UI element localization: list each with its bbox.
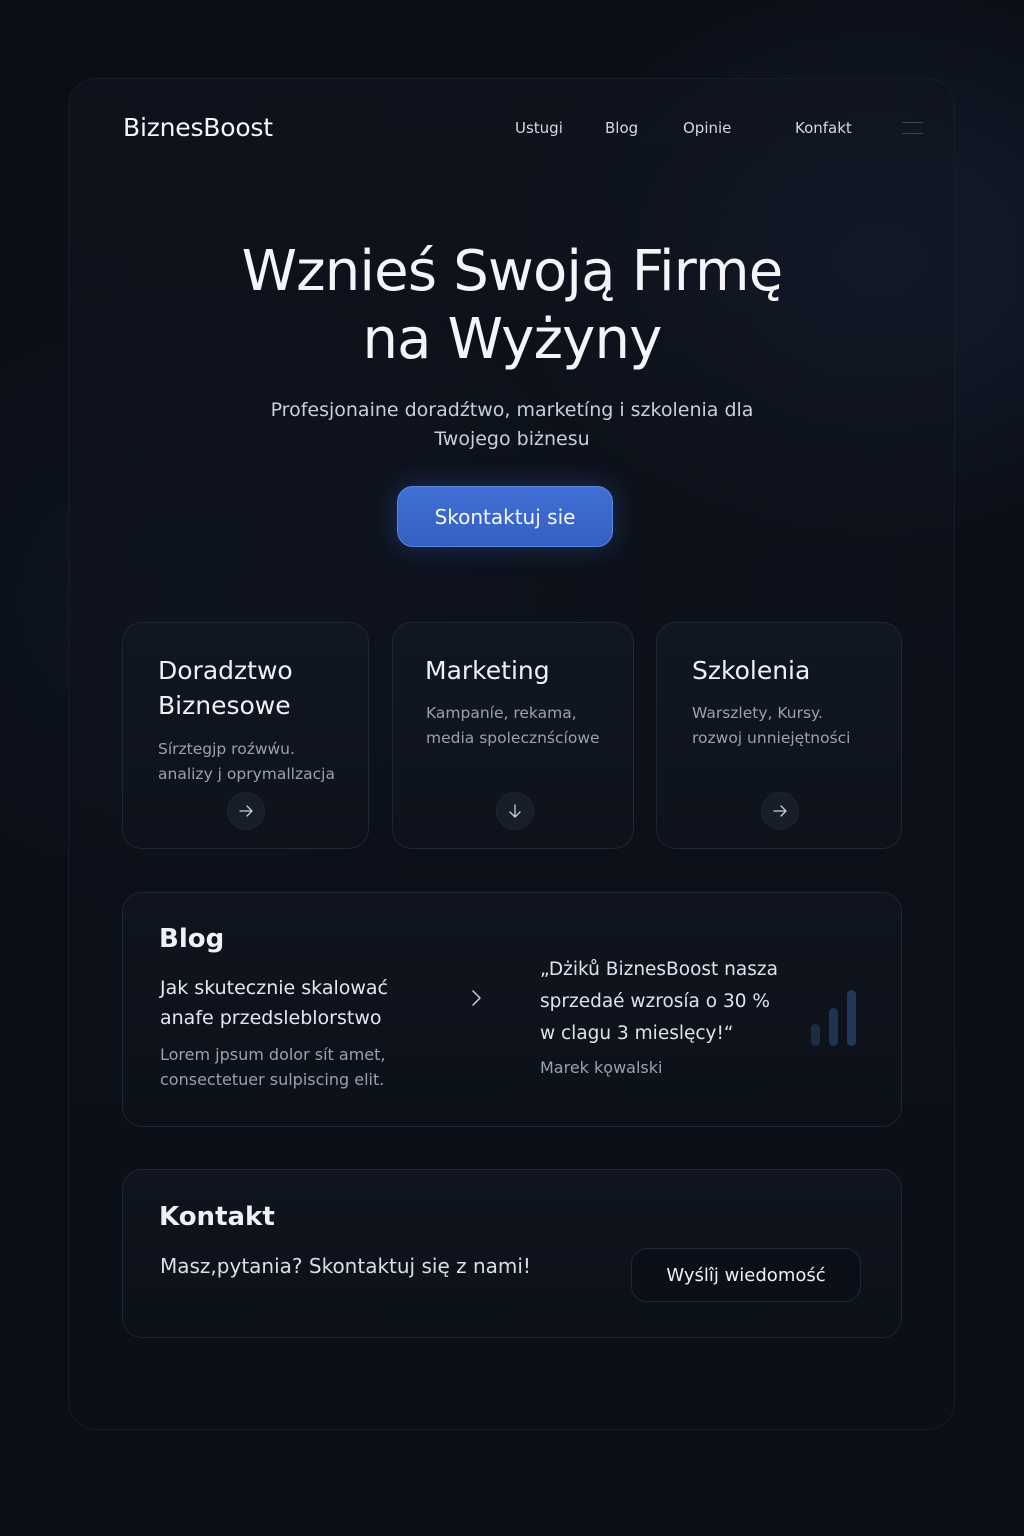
arrow-down-icon[interactable] bbox=[496, 792, 534, 830]
card-title-line: Biznesowe bbox=[158, 691, 291, 720]
chevron-right-icon[interactable] bbox=[465, 987, 487, 1009]
nav-item-kontakt[interactable]: Konfakt bbox=[795, 119, 852, 137]
hero-subtitle: Profesjonaine doradźtwo, marketíng i szk… bbox=[212, 396, 812, 454]
hero-title-line: na Wyżyny bbox=[362, 307, 662, 372]
card-title: Doradztwo Biznesowe bbox=[158, 653, 358, 723]
blog-post-title-line[interactable]: Jak skutecznie skalować bbox=[160, 973, 460, 1003]
service-card-consulting[interactable]: Doradztwo Biznesowe Sírztegjp roźwẃu. an… bbox=[122, 622, 369, 849]
brand-logo[interactable]: BiznesBoost bbox=[123, 113, 273, 142]
card-description-line: Sírztegjp roźwẃu. bbox=[158, 740, 295, 758]
service-card-marketing[interactable]: Marketing Kampaníe, rekama, media spolec… bbox=[392, 622, 634, 849]
blog-section: Blog Jak skutecznie skalować anafe przed… bbox=[122, 892, 902, 1127]
card-description-line: Warszlety, Kursy. bbox=[692, 704, 823, 722]
hamburger-menu-icon[interactable] bbox=[902, 122, 923, 134]
testimonial-quote-line: sprzedaé wzrosía o 30 % bbox=[540, 991, 770, 1012]
hero-subtitle-line: Profesjonaine doradźtwo, marketíng i szk… bbox=[270, 399, 754, 421]
card-description: Kampaníe, rekama, media spolecznścíowe bbox=[426, 701, 636, 751]
service-card-training[interactable]: Szkolenia Warszlety, Kursy. rozwoj unnie… bbox=[656, 622, 902, 849]
nav-item-blog[interactable]: Blog bbox=[605, 119, 638, 137]
testimonial-quote: „Dżiků BiznesBoost nasza sprzedaé wzrosí… bbox=[540, 954, 810, 1050]
testimonial-quote-line: „Dżiků BiznesBoost nasza bbox=[540, 959, 778, 980]
card-description-line: analizy j oprymallzacja bbox=[158, 765, 335, 783]
testimonial-author: Marek kǫwalski bbox=[540, 1058, 663, 1077]
blog-post-title-line[interactable]: anafe przedsleblorstwo bbox=[160, 1003, 460, 1033]
card-description-line: Kampaníe, rekama, bbox=[426, 704, 577, 722]
contact-cta-button[interactable]: Skontaktuj sie bbox=[397, 486, 613, 547]
contact-heading: Kontakt bbox=[159, 1202, 275, 1232]
blog-heading: Blog bbox=[159, 924, 225, 954]
card-description: Sírztegjp roźwẃu. analizy j oprymallzacj… bbox=[158, 737, 368, 787]
contact-section: Kontakt Masz,pytania? Skontaktuj się z n… bbox=[122, 1169, 902, 1338]
contact-text: Masz,pytania? Skontaktuj się z nami! bbox=[160, 1254, 531, 1278]
hero-subtitle-line: Twojego biżnesu bbox=[434, 428, 590, 450]
nav-item-uslugi[interactable]: Ustugi bbox=[515, 119, 563, 137]
blog-post-title[interactable]: Jak skutecznie skalować anafe przedslebl… bbox=[160, 973, 460, 1033]
hero-title-line: Wznieś Swoją Firmę bbox=[241, 239, 784, 304]
card-title: Szkolenia bbox=[692, 656, 811, 685]
blog-post-excerpt-line: Lorem jpsum dolor sít amet, bbox=[160, 1045, 386, 1064]
card-title-line: Doradztwo bbox=[158, 656, 293, 685]
nav-item-opinie[interactable]: Opinie bbox=[683, 119, 731, 137]
card-title: Marketing bbox=[425, 656, 550, 685]
blog-post-excerpt-line: consectetuer sulpiscing elit. bbox=[160, 1070, 385, 1089]
arrow-right-icon[interactable] bbox=[227, 792, 265, 830]
send-message-button[interactable]: Wyślîj wiedomość bbox=[631, 1248, 861, 1302]
testimonial-quote-line: w clagu 3 mieslęcy!“ bbox=[540, 1023, 734, 1044]
card-description-line: rozwoj unniejętności bbox=[692, 729, 851, 747]
card-description-line: media spolecznścíowe bbox=[426, 729, 600, 747]
card-description: Warszlety, Kursy. rozwoj unniejętności bbox=[692, 701, 902, 751]
arrow-right-icon[interactable] bbox=[761, 792, 799, 830]
bar-chart-icon bbox=[811, 990, 856, 1046]
hero-title: Wznieś Swoją Firmę na Wyżyny bbox=[112, 238, 912, 374]
blog-post-excerpt: Lorem jpsum dolor sít amet, consectetuer… bbox=[160, 1042, 460, 1092]
